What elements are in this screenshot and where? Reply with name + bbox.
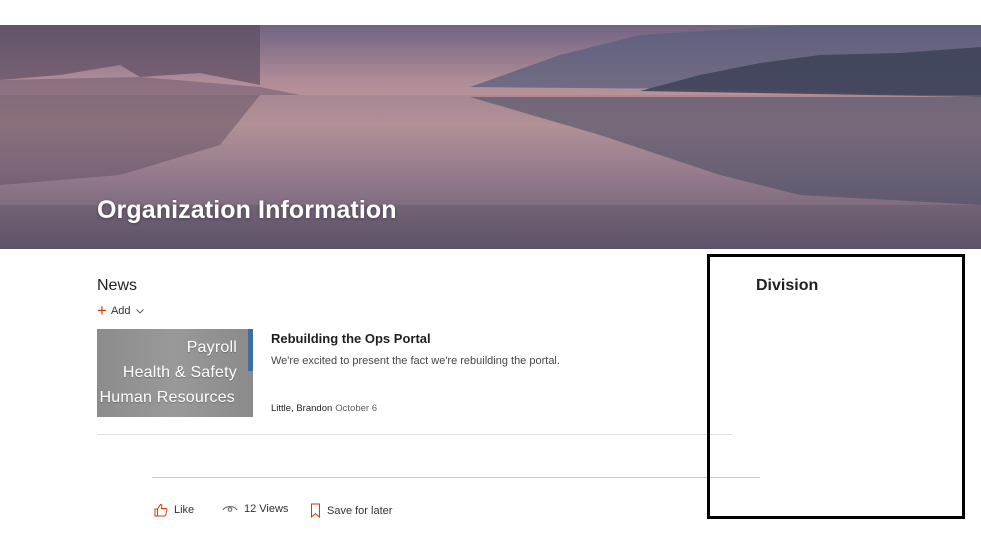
division-section-title: Division xyxy=(756,277,819,294)
thumbnail-text-line: Health & Safety xyxy=(122,364,237,381)
like-icon xyxy=(154,503,168,517)
like-label: Like xyxy=(174,504,195,516)
news-date: October 6 xyxy=(335,403,377,414)
add-news-button[interactable]: + Add xyxy=(97,302,145,320)
news-headline-link[interactable]: Rebuilding the Ops Portal xyxy=(271,331,431,346)
division-webpart-highlight xyxy=(707,254,965,519)
news-description: We're excited to present the fact we're … xyxy=(271,355,560,367)
page-title: Organization Information xyxy=(97,196,397,224)
thumbnail-accent xyxy=(248,329,253,371)
save-for-later-button[interactable]: Save for later xyxy=(310,503,392,518)
news-section-title: News xyxy=(97,277,138,294)
plus-icon: + xyxy=(97,301,107,320)
add-news-label: Add xyxy=(110,305,131,317)
eye-icon xyxy=(222,506,238,512)
chevron-down-icon[interactable] xyxy=(135,306,145,316)
news-divider xyxy=(97,434,732,435)
news-author[interactable]: Little, Brandon xyxy=(271,403,332,414)
thumbnail-text-line: Payroll xyxy=(186,339,237,356)
hero-banner: Organization Information xyxy=(0,25,981,249)
thumbnail-text-line: Human Resources xyxy=(99,389,235,406)
like-button[interactable]: Like xyxy=(154,503,194,517)
footer-divider xyxy=(152,477,760,478)
views-label: 12 Views xyxy=(244,503,289,515)
news-meta: Little, Brandon October 6 xyxy=(271,403,377,414)
bookmark-icon xyxy=(311,503,320,518)
views-count: 12 Views xyxy=(222,503,288,515)
news-thumbnail[interactable]: Payroll Health & Safety Human Resources xyxy=(97,329,253,417)
save-label: Save for later xyxy=(327,504,393,517)
